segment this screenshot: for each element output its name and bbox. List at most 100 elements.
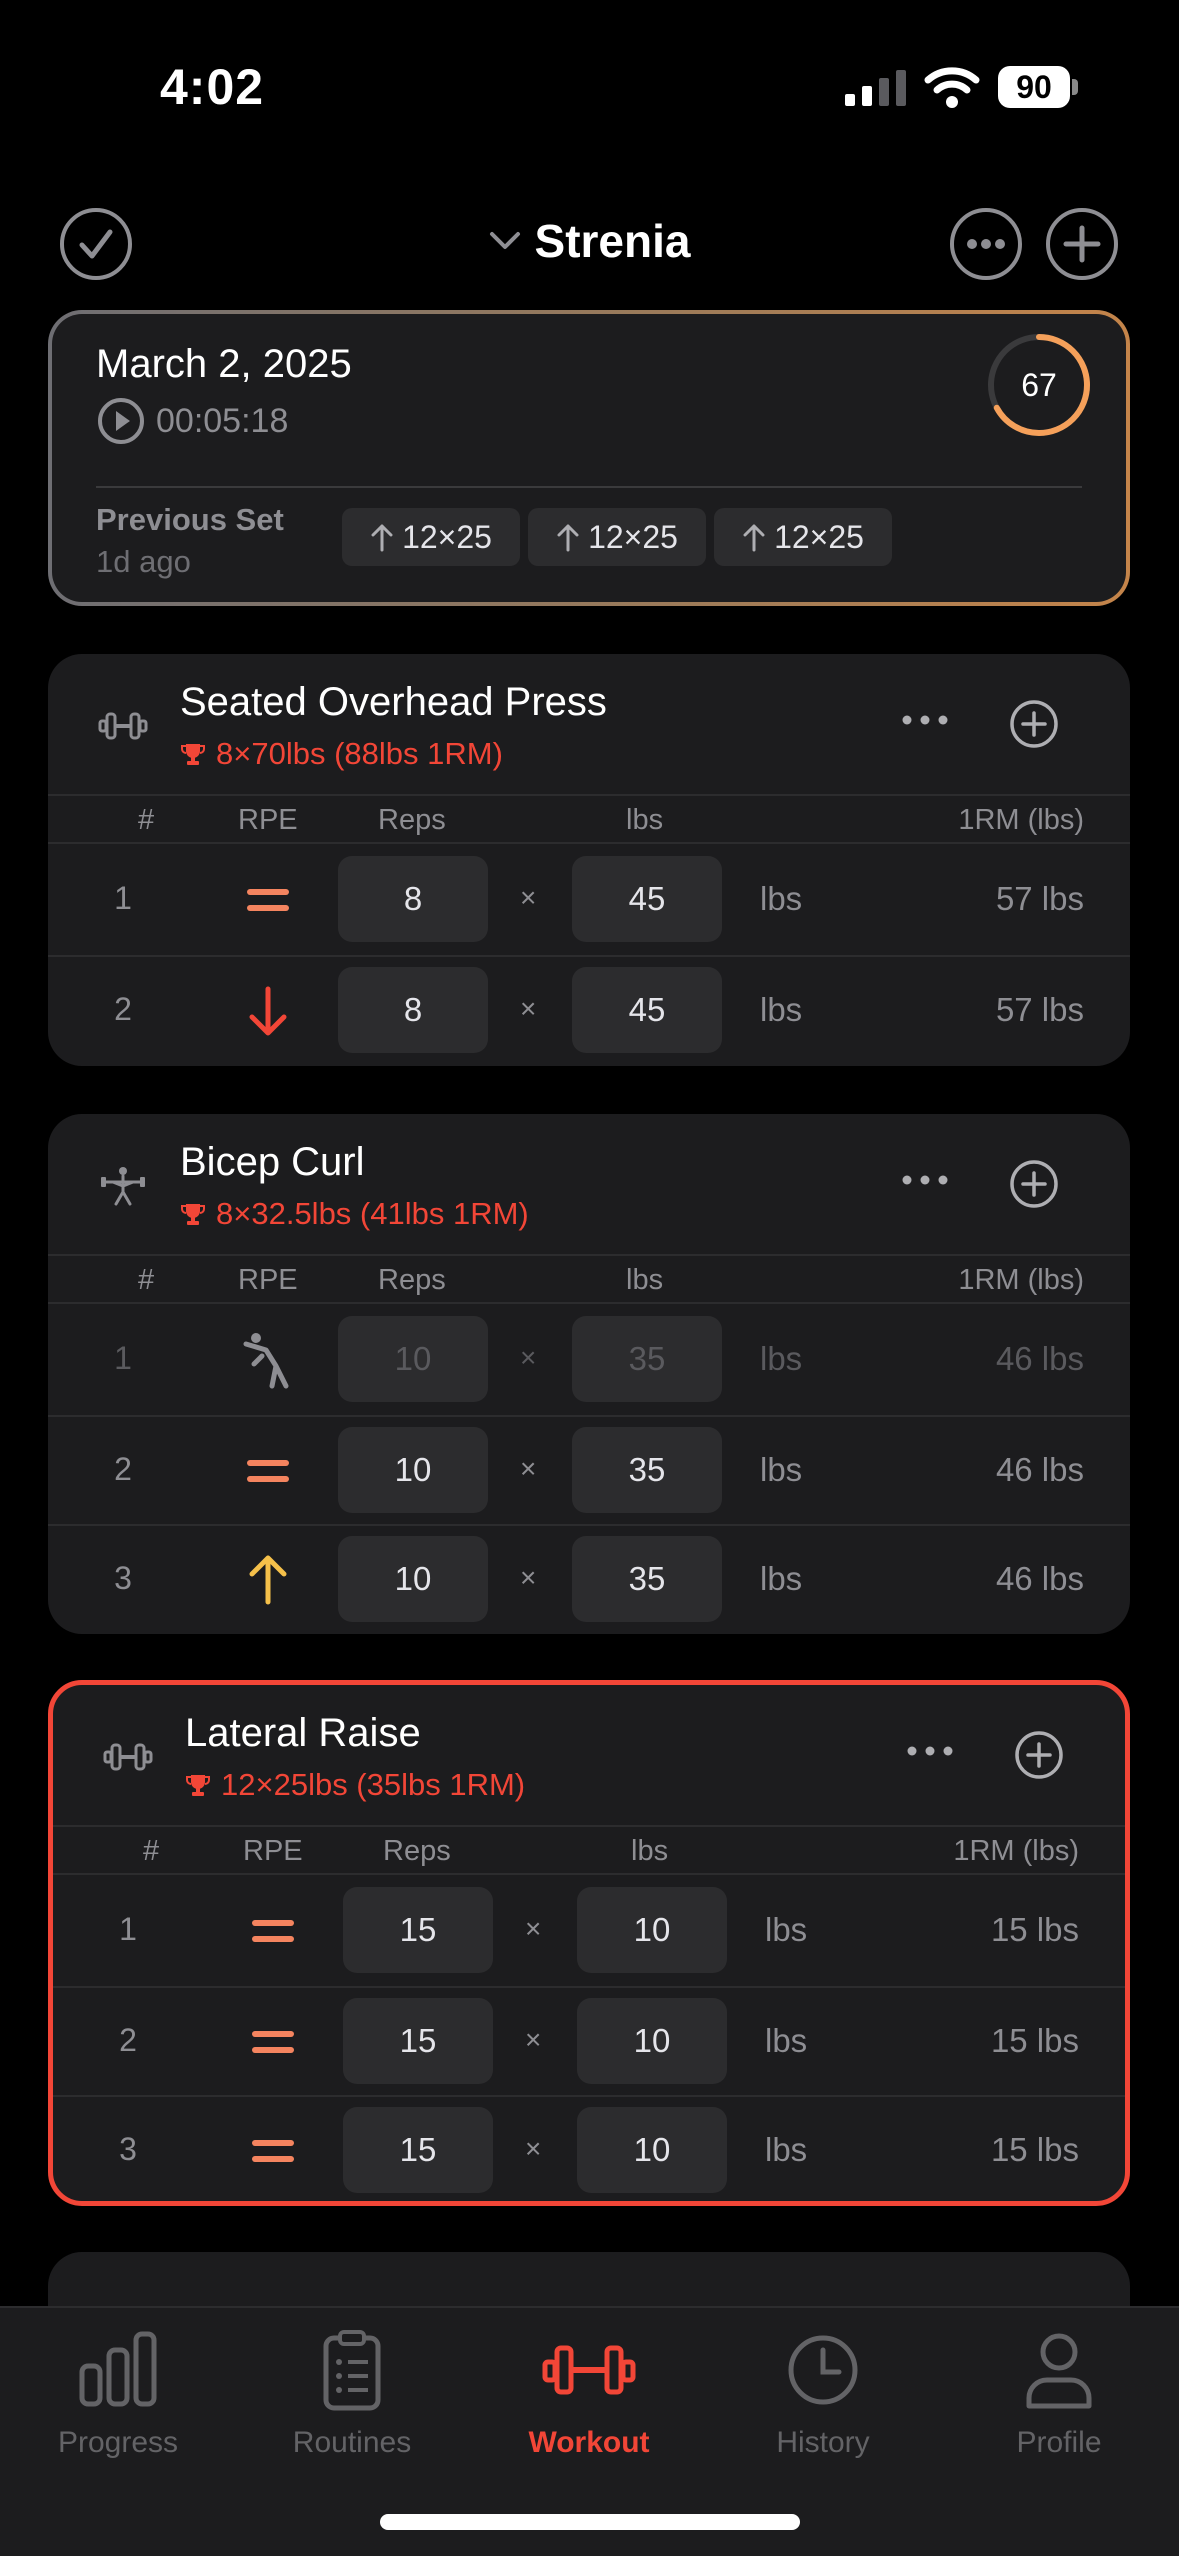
personal-record: 8×32.5lbs (41lbs 1RM) [180, 1196, 529, 1232]
trophy-icon [181, 744, 205, 765]
tab-profile[interactable]: Profile [949, 2328, 1169, 2460]
exercise-name[interactable]: Lateral Raise [185, 1711, 421, 1756]
personal-record: 8×70lbs (88lbs 1RM) [180, 736, 503, 772]
weight-input[interactable]: 45 [572, 856, 722, 942]
weight-input[interactable]: 10 [577, 2107, 727, 2193]
weight-input[interactable]: 35 [572, 1536, 722, 1622]
set-number: 1 [114, 1340, 132, 1376]
set-table-header: # RPE Reps lbs 1RM (lbs) [53, 1825, 1125, 1875]
weight-unit: lbs [765, 2131, 808, 2168]
one-rep-max: 57 lbs [995, 991, 1084, 1028]
cellular-signal-icon [845, 70, 906, 106]
reps-input[interactable]: 8 [338, 856, 488, 942]
rpe-equal-icon[interactable] [243, 2121, 303, 2181]
arrow-up-icon [557, 524, 579, 552]
rpe-equal-icon[interactable] [243, 1901, 303, 1961]
exercise-name[interactable]: Bicep Curl [180, 1140, 365, 1185]
reps-input[interactable]: 10 [338, 1427, 488, 1513]
chevron-down-icon [489, 232, 520, 249]
weight-input[interactable]: 35 [572, 1316, 722, 1402]
reps-input[interactable]: 15 [343, 1998, 493, 2084]
status-bar: 4:02 90 [0, 0, 1179, 170]
weight-unit: lbs [760, 1340, 803, 1377]
set-row: 3 10 × 35 lbs 46 lbs [48, 1524, 1130, 1632]
weight-unit: lbs [760, 1560, 803, 1597]
set-row: 1 8 × 45 lbs 57 lbs [48, 846, 1130, 954]
set-row: 2 8 × 45 lbs 57 lbs [48, 955, 1130, 1063]
one-rep-max: 57 lbs [995, 880, 1084, 917]
weight-input[interactable]: 35 [572, 1427, 722, 1513]
reps-input[interactable]: 10 [338, 1536, 488, 1622]
weight-input[interactable]: 10 [577, 1887, 727, 1973]
reps-input[interactable]: 10 [338, 1316, 488, 1402]
weight-unit: lbs [765, 2022, 808, 2059]
set-number: 2 [114, 1451, 132, 1487]
battery-level: 90 [998, 66, 1070, 108]
one-rep-max: 15 lbs [990, 2131, 1079, 2168]
weight-input[interactable]: 45 [572, 967, 722, 1053]
add-set-button[interactable] [1008, 698, 1060, 750]
tab-progress[interactable]: Progress [8, 2328, 228, 2460]
weight-unit: lbs [760, 1451, 803, 1488]
set-number: 2 [114, 991, 132, 1027]
set-number: 3 [119, 2131, 137, 2167]
reps-input[interactable]: 8 [338, 967, 488, 1053]
warmup-stretch-icon[interactable] [238, 1330, 298, 1390]
bar-chart-icon [79, 2331, 157, 2407]
score-value: 67 [1021, 367, 1057, 403]
set-number: 1 [114, 880, 132, 916]
one-rep-max: 46 lbs [995, 1560, 1084, 1597]
add-set-button[interactable] [1008, 1158, 1060, 1210]
trophy-icon [186, 1775, 210, 1796]
weight-unit: lbs [760, 880, 803, 917]
exercise-card-active: Lateral Raise 12×25lbs (35lbs 1RM) # RPE Rep… [48, 1680, 1130, 2206]
reps-input[interactable]: 15 [343, 2107, 493, 2193]
times-symbol: × [520, 882, 537, 913]
plus-icon [1063, 225, 1101, 263]
tab-history[interactable]: History [713, 2328, 933, 2460]
rpe-equal-icon[interactable] [238, 1441, 298, 1501]
set-row: 2 15 × 10 lbs 15 lbs [53, 1986, 1125, 2094]
status-time: 4:02 [160, 59, 265, 115]
person-lifting-icon [101, 1167, 145, 1206]
set-row: 1 10 × 35 lbs 46 lbs [48, 1306, 1130, 1414]
previous-set-chip: 12×25 [714, 508, 892, 566]
set-row: 3 15 × 10 lbs 15 lbs [53, 2095, 1125, 2201]
times-symbol: × [520, 993, 537, 1024]
dumbbell-icon [98, 712, 148, 740]
one-rep-max: 46 lbs [995, 1451, 1084, 1488]
rpe-up-arrow-icon[interactable] [238, 1550, 298, 1610]
add-set-button[interactable] [1013, 1729, 1065, 1781]
exercise-more-button[interactable] [900, 1170, 950, 1190]
rpe-down-arrow-icon[interactable] [238, 981, 298, 1041]
play-icon [98, 398, 144, 444]
exercise-more-button[interactable] [905, 1741, 955, 1761]
workout-timer[interactable]: 00:05:18 [96, 396, 288, 446]
rpe-equal-icon[interactable] [238, 870, 298, 930]
more-options-button[interactable] [950, 208, 1022, 280]
exercise-card: Bicep Curl 8×32.5lbs (41lbs 1RM) # RPE Reps l… [48, 1114, 1130, 1634]
clipboard-icon [323, 2330, 381, 2411]
dumbbell-icon [542, 2345, 636, 2395]
workout-title-dropdown[interactable]: Strenia [489, 214, 690, 268]
exercise-more-button[interactable] [900, 710, 950, 730]
times-symbol: × [525, 1913, 542, 1944]
home-indicator[interactable] [380, 2514, 800, 2530]
previous-set-chip: 12×25 [528, 508, 706, 566]
set-table-header: # RPE Reps lbs 1RM (lbs) [48, 794, 1130, 844]
tab-workout[interactable]: Workout [479, 2328, 699, 2460]
add-exercise-button[interactable] [1046, 208, 1118, 280]
ellipsis-icon [967, 239, 1005, 249]
set-table-header: # RPE Reps lbs 1RM (lbs) [48, 1254, 1130, 1304]
exercise-name[interactable]: Seated Overhead Press [180, 680, 607, 725]
one-rep-max: 15 lbs [990, 1911, 1079, 1948]
tab-routines[interactable]: Routines [242, 2328, 462, 2460]
previous-set-label: Previous Set [96, 502, 284, 537]
reps-input[interactable]: 15 [343, 1887, 493, 1973]
set-row: 1 15 × 10 lbs 15 lbs [53, 1877, 1125, 1985]
workout-date: March 2, 2025 [96, 342, 352, 386]
set-number: 1 [119, 1911, 137, 1947]
weight-input[interactable]: 10 [577, 1998, 727, 2084]
trophy-icon [181, 1204, 205, 1225]
rpe-equal-icon[interactable] [243, 2012, 303, 2072]
